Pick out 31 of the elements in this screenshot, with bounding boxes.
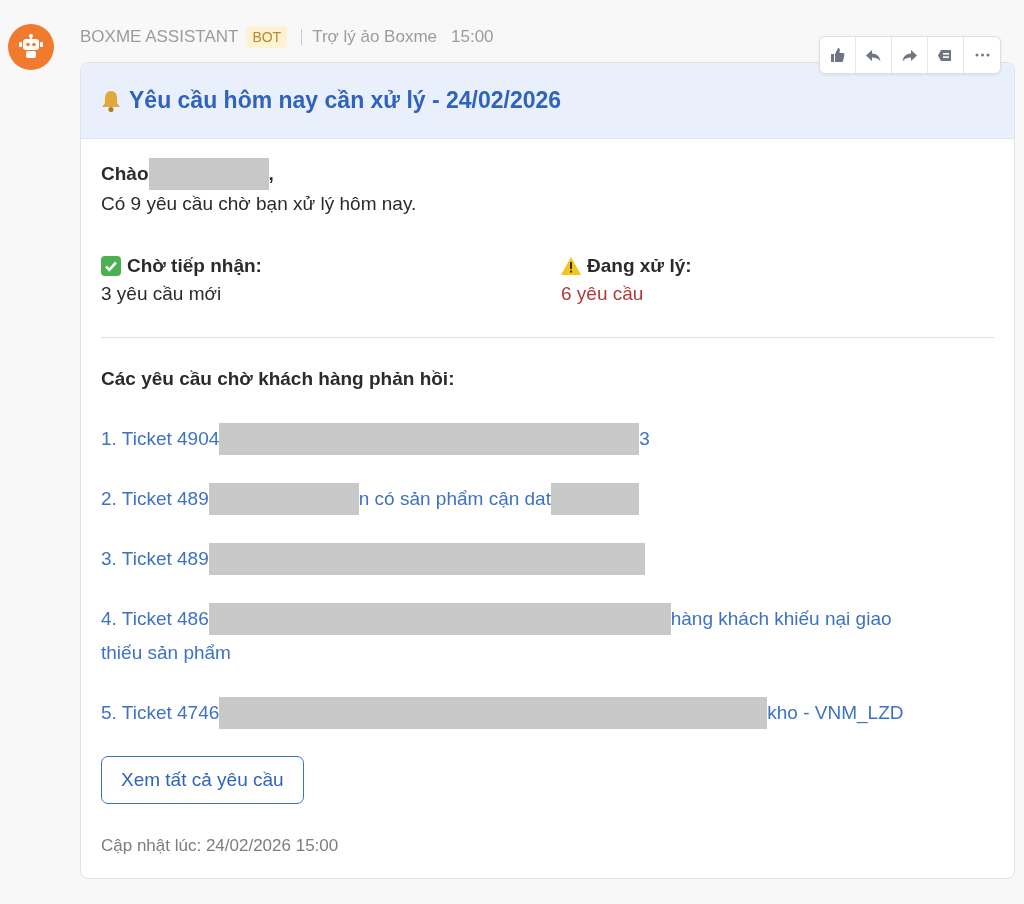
view-all-button[interactable]: Xem tất cả yêu cầu — [101, 756, 304, 804]
ticket-link[interactable]: 1. Ticket 4904 — [101, 428, 220, 450]
robot-icon — [18, 34, 44, 60]
stat-value: 6 yêu cầu — [561, 283, 645, 305]
ticket-link[interactable]: n có sản phẩm cận dat — [358, 488, 551, 510]
updated-time: Cập nhật lúc: 24/02/2026 15:00 — [101, 836, 340, 856]
section-title: Các yêu cầu chờ khách hàng phản hồi: — [101, 368, 455, 390]
ticket-link[interactable]: 3 — [639, 428, 650, 450]
card-title: Yêu cầu hôm nay cần xử lý - 24/02/2026 — [129, 87, 562, 114]
ticket-link[interactable]: hàng khách khiếu nại giao — [670, 608, 892, 630]
stat-label: Đang xử lý: — [587, 255, 692, 277]
stat-label: Chờ tiếp nhận: — [127, 255, 262, 277]
greeting-text: , — [268, 163, 274, 185]
ticket-link[interactable]: 2. Ticket 489 — [101, 488, 209, 510]
more-icon — [973, 53, 991, 57]
thumbs-up-icon — [829, 46, 846, 64]
warning-icon — [561, 257, 581, 275]
bell-icon — [99, 88, 123, 113]
message-time: 15:00 — [451, 27, 494, 47]
sender-name: BOXME ASSISTANT — [80, 27, 239, 47]
ticket-link[interactable]: 4. Ticket 486 — [101, 608, 209, 630]
ticket-link[interactable]: thiếu sản phẩm — [101, 642, 231, 664]
bot-badge: BOT — [246, 26, 288, 48]
greeting-text: Chào — [101, 163, 149, 185]
sender-subtitle: Trợ lý ảo Boxme — [312, 27, 437, 47]
summary-text: Có 9 yêu cầu chờ bạn xử lý hôm nay. — [101, 193, 417, 215]
check-icon — [101, 256, 121, 276]
ticket-link[interactable]: 5. Ticket 4746 — [101, 702, 220, 724]
stat-value: 3 yêu cầu mới — [101, 283, 223, 305]
ticket-link[interactable]: 3. Ticket 489 — [101, 548, 209, 570]
ticket-link[interactable]: kho - VNM_LZD — [767, 702, 904, 724]
